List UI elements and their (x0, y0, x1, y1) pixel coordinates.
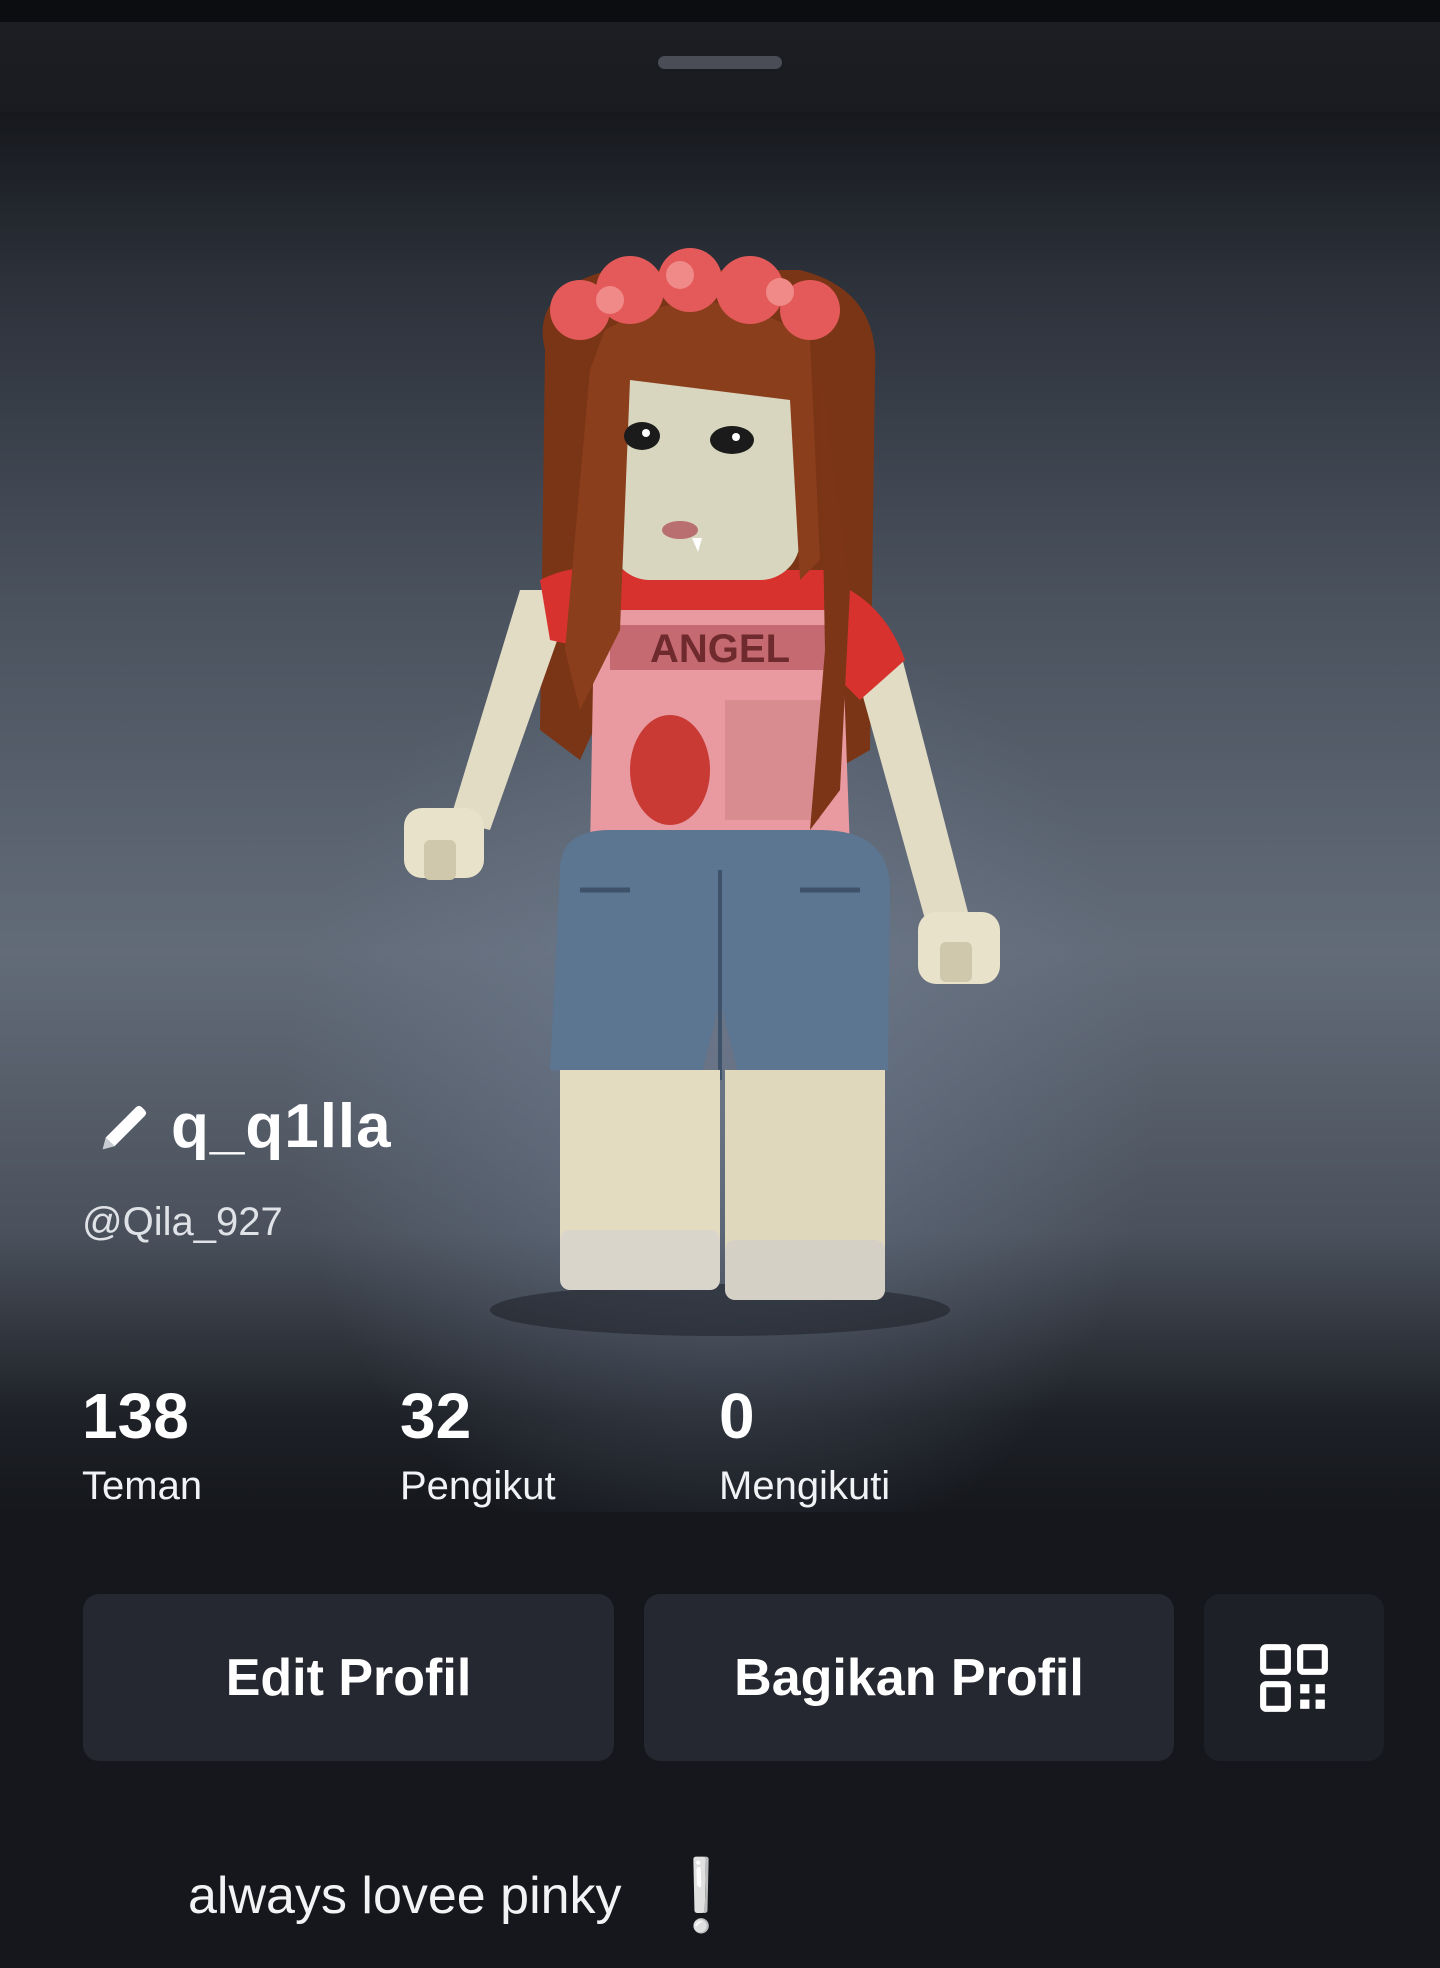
stat-label: Teman (82, 1464, 203, 1508)
sheet-header (0, 22, 1440, 112)
status-strip (0, 0, 1440, 22)
qr-code-button[interactable] (1204, 1594, 1384, 1761)
avatar-image: ANGEL (404, 248, 1000, 1336)
display-name-row: q_q1lla (95, 1086, 392, 1166)
display-name: q_q1lla (171, 1091, 392, 1161)
stat-label: Pengikut (400, 1464, 556, 1508)
stat-followers[interactable]: 32 Pengikut (400, 1378, 556, 1512)
stat-label: Mengikuti (719, 1464, 891, 1508)
exclamation-emoji: ❕ (657, 1856, 745, 1934)
qr-code-icon (1260, 1643, 1328, 1712)
bio-row: always lovee pinky ❕ (188, 1855, 745, 1937)
bio-text: always lovee pinky (188, 1867, 622, 1925)
stat-value: 138 (82, 1380, 189, 1452)
stat-following[interactable]: 0 Mengikuti (719, 1378, 890, 1512)
stat-value: 0 (719, 1380, 755, 1452)
edit-profile-button[interactable]: Edit Profil (83, 1594, 614, 1761)
pencil-icon[interactable] (95, 1095, 157, 1157)
username: @Qila_927 (82, 1200, 283, 1244)
drag-handle[interactable] (658, 56, 782, 69)
stat-value: 32 (400, 1380, 472, 1452)
share-profile-button[interactable]: Bagikan Profil (644, 1594, 1174, 1761)
stat-friends[interactable]: 138 Teman (82, 1378, 202, 1512)
shirt-text: ANGEL (650, 627, 790, 671)
